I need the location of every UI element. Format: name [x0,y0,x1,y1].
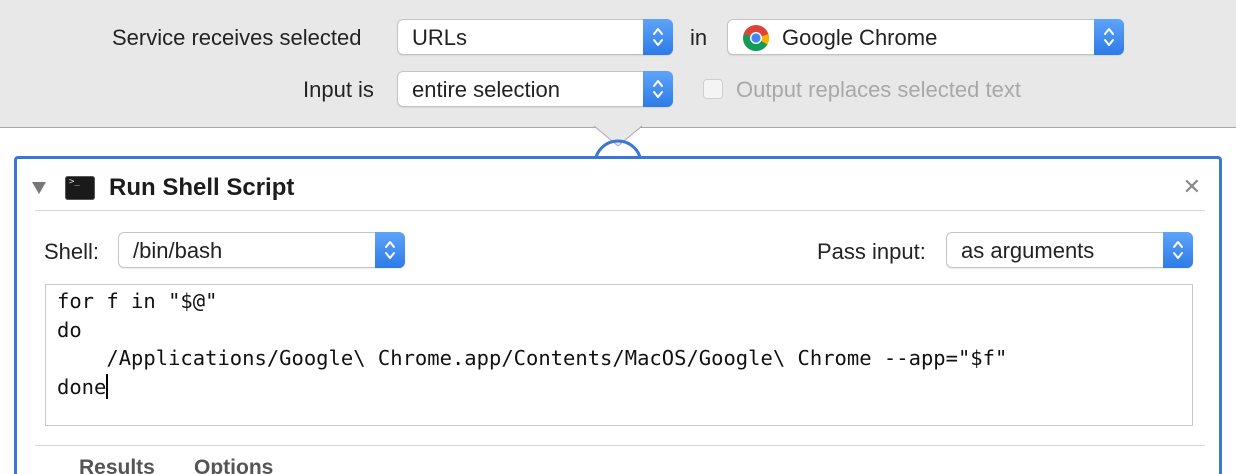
popup-stepper-icon [643,19,673,55]
in-label: in [690,25,708,50]
close-icon[interactable]: ✕ [1183,175,1201,199]
application-value: Google Chrome [782,25,938,50]
shell-value: /bin/bash [133,238,223,263]
chrome-logo-icon [743,25,770,52]
pass-input-value: as arguments [961,238,1095,263]
script-line: done [57,374,107,399]
application-popup[interactable]: Google Chrome [727,19,1124,55]
pass-input-popup[interactable]: as arguments [946,232,1193,268]
pass-input-label: Pass input: [817,239,926,264]
service-input-type-popup[interactable]: URLs [397,19,673,55]
text-caret [106,373,109,399]
output-replaces-checkbox[interactable] [703,79,723,99]
terminal-icon: >_ [65,176,95,200]
service-settings-bar: Service receives selected URLs in Google… [0,0,1236,128]
footer-divider [35,445,1205,446]
disclosure-triangle-icon[interactable] [31,181,47,200]
script-line: do [57,317,82,342]
action-title: Run Shell Script [109,174,295,201]
automator-window: Service receives selected URLs in Google… [0,0,1236,474]
header-divider [35,210,1205,211]
input-scope-popup[interactable]: entire selection [397,71,673,107]
shell-popup[interactable]: /bin/bash [118,232,405,268]
input-scope-value: entire selection [412,77,560,102]
tab-options[interactable]: Options [194,456,273,474]
popup-stepper-icon [1163,232,1193,268]
run-shell-script-action[interactable]: >_ Run Shell Script ✕ Shell: /bin/bash P… [14,156,1222,474]
shell-label: Shell: [44,239,100,264]
script-editor[interactable]: for f in "$@" do /Applications/Google\ C… [45,284,1193,426]
tab-results[interactable]: Results [79,456,155,474]
service-input-type-value: URLs [412,25,468,50]
popup-stepper-icon [643,71,673,107]
popup-stepper-icon [1094,19,1124,55]
service-receives-label: Service receives selected [112,25,362,50]
popup-stepper-icon [375,232,405,268]
script-line: for f in "$@" [57,289,218,313]
script-line: /Applications/Google\ Chrome.app/Content… [57,346,1008,370]
output-replaces-label: Output replaces selected text [736,77,1021,102]
input-is-label: Input is [303,77,374,102]
